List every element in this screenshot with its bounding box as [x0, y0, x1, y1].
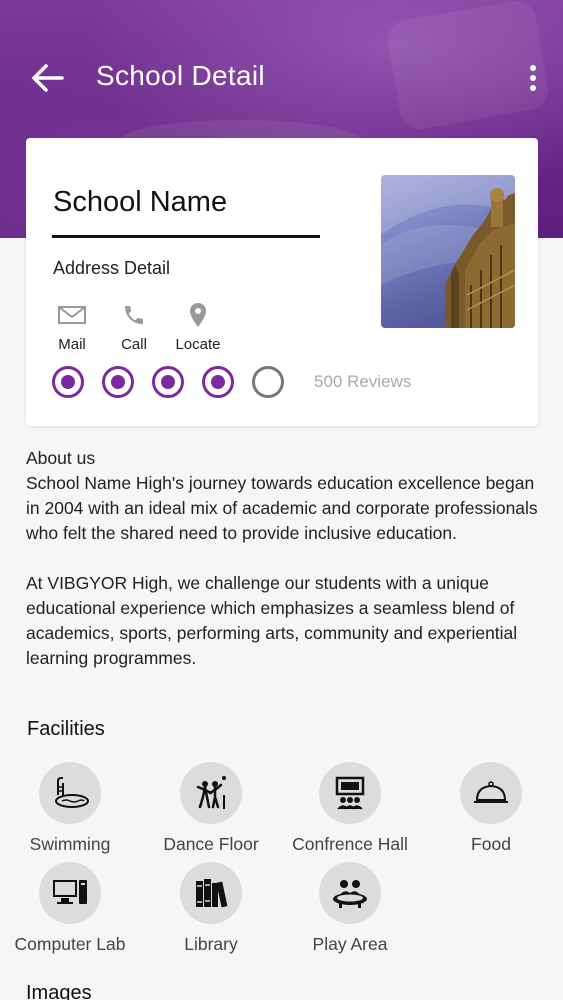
school-thumbnail[interactable]	[381, 175, 515, 328]
phone-icon	[125, 306, 143, 324]
facility-label: Confrence Hall	[292, 834, 408, 854]
locate-button[interactable]: Locate	[172, 300, 224, 353]
reviews-count[interactable]: 500 Reviews	[314, 372, 411, 392]
mail-icon	[58, 306, 86, 324]
facility-label: Play Area	[312, 934, 388, 954]
facility-label: Dance Floor	[163, 834, 259, 854]
facilities-title: Facilities	[27, 718, 105, 740]
rating-star-1[interactable]	[52, 366, 84, 398]
food-cloche-icon	[474, 781, 508, 803]
app-bar: School Detail	[0, 50, 563, 106]
locate-label: Locate	[175, 336, 221, 353]
about-section: About us School Name High's journey towa…	[26, 446, 538, 671]
rating-star-3[interactable]	[152, 366, 184, 398]
facility-label: Computer Lab	[14, 934, 126, 954]
more-vertical-icon	[530, 65, 536, 71]
about-heading: About us	[26, 448, 96, 468]
building-photo	[381, 175, 515, 328]
conference-icon	[335, 776, 365, 810]
facility-play-area[interactable]: Play Area	[280, 862, 420, 955]
facility-library[interactable]: Library	[141, 862, 281, 955]
facility-conference-hall[interactable]: Confrence Hall	[280, 762, 420, 855]
divider	[52, 235, 320, 238]
call-button[interactable]: Call	[114, 300, 154, 353]
images-title: Images	[26, 982, 92, 1000]
facility-label: Library	[184, 934, 238, 954]
location-pin-icon	[190, 303, 206, 327]
dance-icon	[196, 776, 226, 809]
computer-icon	[53, 880, 87, 904]
rating-star-4[interactable]	[202, 366, 234, 398]
about-paragraph-2: At VIBGYOR High, we challenge our studen…	[26, 573, 518, 668]
arrow-left-icon	[32, 64, 64, 92]
mail-button[interactable]: Mail	[50, 300, 94, 353]
back-button[interactable]	[28, 60, 68, 96]
school-address: Address Detail	[53, 258, 171, 278]
call-label: Call	[121, 336, 147, 353]
play-area-icon	[333, 880, 367, 908]
facility-dance-floor[interactable]: Dance Floor	[141, 762, 281, 855]
mail-label: Mail	[58, 336, 86, 353]
books-icon	[196, 879, 228, 908]
school-card: School Name Address Detail Mail Call Loc…	[26, 138, 538, 426]
facility-label: Food	[471, 834, 511, 854]
swimming-pool-icon	[55, 777, 89, 808]
facility-food[interactable]: Food	[421, 762, 561, 855]
rating-star-5[interactable]	[252, 366, 284, 398]
about-paragraph-1: School Name High's journey towards educa…	[26, 473, 538, 543]
facility-label: Swimming	[29, 834, 111, 854]
facility-computer-lab[interactable]: Computer Lab	[0, 862, 140, 955]
facility-swimming[interactable]: Swimming	[0, 762, 140, 855]
page-title: School Detail	[96, 60, 265, 91]
more-menu-button[interactable]	[525, 62, 541, 96]
rating-star-2[interactable]	[102, 366, 134, 398]
school-name: School Name	[53, 186, 228, 218]
